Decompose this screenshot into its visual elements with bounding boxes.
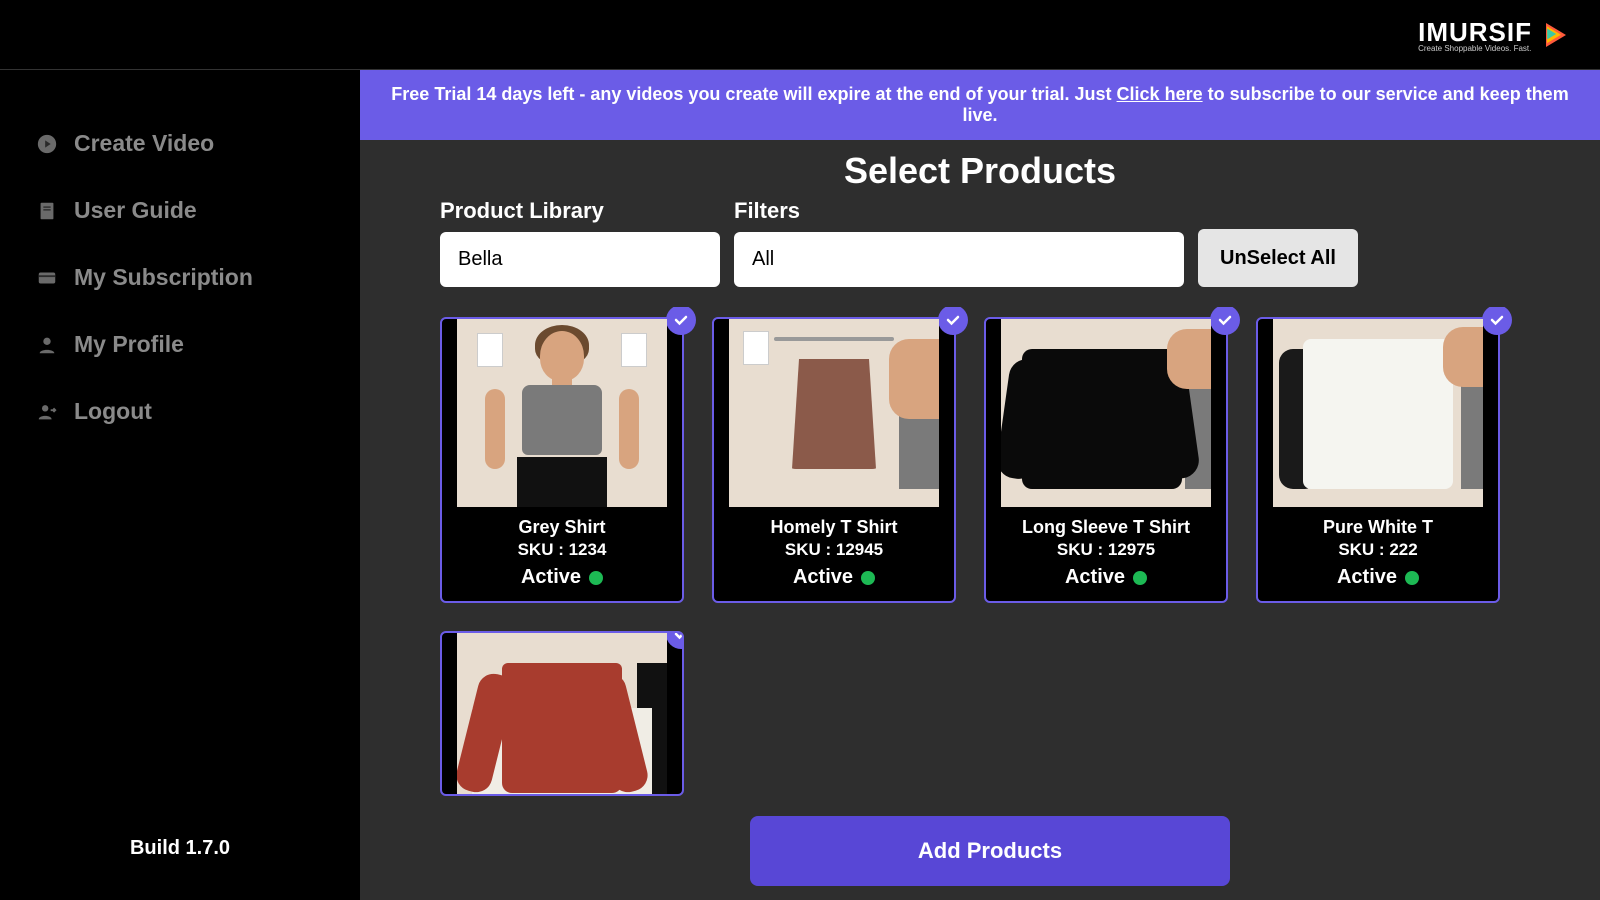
sidebar-item-my-subscription[interactable]: My Subscription	[0, 244, 360, 311]
product-status: Active	[1337, 566, 1397, 589]
status-dot-icon	[589, 571, 603, 585]
product-card[interactable]: Long Sleeve T Shirt SKU : 12975 Active	[984, 317, 1228, 603]
sidebar-item-user-guide[interactable]: User Guide	[0, 177, 360, 244]
document-icon	[36, 200, 58, 222]
topbar: IMURSIF Create Shoppable Videos. Fast.	[0, 0, 1600, 70]
status-dot-icon	[861, 571, 875, 585]
product-status: Active	[793, 566, 853, 589]
product-sku: SKU : 12975	[992, 540, 1220, 560]
products-grid: Grey Shirt SKU : 1234 Active Homely T Sh…	[440, 317, 1540, 796]
library-label: Product Library	[440, 198, 720, 224]
product-card[interactable]: Homely T Shirt SKU : 12945 Active	[712, 317, 956, 603]
product-image	[1273, 319, 1483, 507]
product-sku: SKU : 1234	[448, 540, 676, 560]
check-icon	[1217, 312, 1233, 328]
brand-name: IMURSIF	[1418, 17, 1532, 48]
product-library-select[interactable]	[440, 232, 720, 287]
product-name: Pure White T	[1264, 517, 1492, 538]
product-card[interactable]	[440, 631, 684, 796]
selected-badge[interactable]	[1482, 307, 1512, 335]
brand-tagline: Create Shoppable Videos. Fast.	[1418, 44, 1532, 53]
play-circle-icon	[36, 133, 58, 155]
product-sku: SKU : 12945	[720, 540, 948, 560]
user-icon	[36, 334, 58, 356]
product-name: Grey Shirt	[448, 517, 676, 538]
product-name: Homely T Shirt	[720, 517, 948, 538]
check-icon	[673, 312, 689, 328]
product-card[interactable]: Pure White T SKU : 222 Active	[1256, 317, 1500, 603]
controls-row: Product Library Filters UnSelect All	[360, 198, 1600, 307]
product-image	[457, 633, 667, 796]
status-dot-icon	[1405, 571, 1419, 585]
add-products-button[interactable]: Add Products	[750, 816, 1230, 886]
trial-banner: Free Trial 14 days left - any videos you…	[360, 70, 1600, 140]
check-icon	[1489, 312, 1505, 328]
unselect-all-button[interactable]: UnSelect All	[1198, 229, 1358, 287]
card-icon	[36, 267, 58, 289]
products-scroll[interactable]: Grey Shirt SKU : 1234 Active Homely T Sh…	[360, 307, 1600, 900]
brand-logo: IMURSIF Create Shoppable Videos. Fast.	[1418, 17, 1570, 53]
build-version: Build 1.7.0	[0, 807, 360, 900]
sidebar-item-my-profile[interactable]: My Profile	[0, 311, 360, 378]
product-image	[457, 319, 667, 507]
selected-badge[interactable]	[666, 307, 696, 335]
selected-badge[interactable]	[666, 631, 684, 649]
sidebar-item-create-video[interactable]: Create Video	[0, 110, 360, 177]
sidebar: Create Video User Guide My Subscription …	[0, 70, 360, 900]
sidebar-item-label: Logout	[74, 398, 152, 425]
banner-pre: Free Trial 14 days left - any videos you…	[391, 84, 1116, 104]
check-icon	[945, 312, 961, 328]
product-status: Active	[1065, 566, 1125, 589]
check-icon	[673, 631, 684, 642]
logout-icon	[36, 401, 58, 423]
selected-badge[interactable]	[1210, 307, 1240, 335]
sidebar-item-label: User Guide	[74, 197, 197, 224]
sidebar-item-label: Create Video	[74, 130, 214, 157]
product-sku: SKU : 222	[1264, 540, 1492, 560]
play-triangle-icon	[1540, 20, 1570, 50]
page-title: Select Products	[360, 140, 1600, 198]
status-dot-icon	[1133, 571, 1147, 585]
product-name: Long Sleeve T Shirt	[992, 517, 1220, 538]
selected-badge[interactable]	[938, 307, 968, 335]
sidebar-item-label: My Profile	[74, 331, 184, 358]
product-card[interactable]: Grey Shirt SKU : 1234 Active	[440, 317, 684, 603]
sidebar-item-logout[interactable]: Logout	[0, 378, 360, 445]
product-image	[729, 319, 939, 507]
filters-label: Filters	[734, 198, 1184, 224]
main-content: Free Trial 14 days left - any videos you…	[360, 70, 1600, 900]
banner-link[interactable]: Click here	[1117, 84, 1203, 104]
product-image	[1001, 319, 1211, 507]
product-status: Active	[521, 566, 581, 589]
sidebar-item-label: My Subscription	[74, 264, 253, 291]
filters-select[interactable]	[734, 232, 1184, 287]
